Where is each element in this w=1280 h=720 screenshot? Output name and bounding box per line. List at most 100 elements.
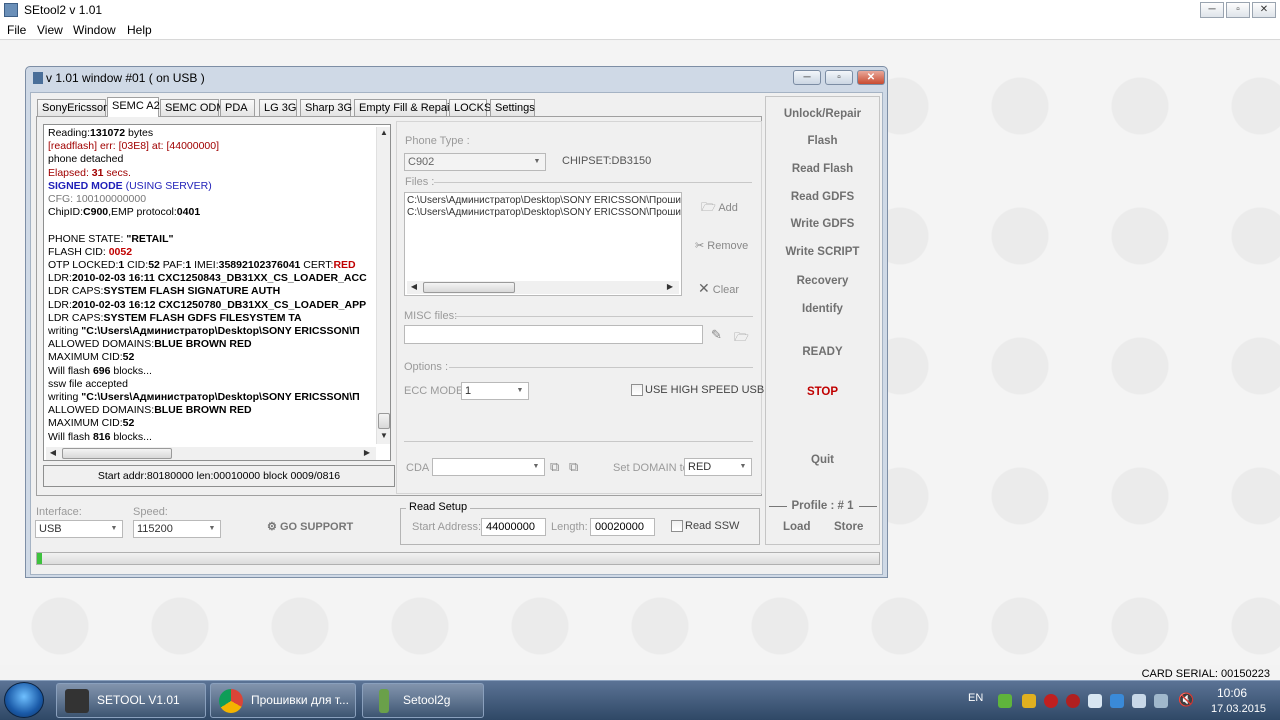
ecc-mode-select[interactable]: 1 ▼	[461, 382, 529, 400]
file-item[interactable]: C:\Users\Администратор\Desktop\SONY ERIC…	[407, 207, 681, 219]
cda-add-icon[interactable]: ⧉	[550, 459, 559, 475]
menu-help[interactable]: Help	[127, 23, 152, 37]
tab-locks[interactable]: LOCKS	[449, 99, 491, 116]
clock-date[interactable]: 17.03.2015	[1211, 703, 1266, 715]
menu-window[interactable]: Window	[73, 23, 116, 37]
scroll-left-icon[interactable]: ◀	[48, 447, 58, 459]
log-segment: CERT:	[300, 259, 334, 272]
taskbar-item-chrome[interactable]: Прошивки для т...	[210, 683, 356, 718]
tab-semc-a2[interactable]: SEMC A2	[107, 97, 160, 117]
tray-record-icon[interactable]	[1044, 694, 1058, 708]
write-gdfs-button[interactable]: Write GDFS	[765, 218, 880, 230]
interface-select[interactable]: USB ▼	[35, 520, 123, 538]
scroll-left-icon[interactable]: ◀	[409, 281, 419, 293]
start-button[interactable]	[4, 682, 44, 718]
tray-flag-icon[interactable]	[1154, 694, 1168, 708]
tab-empty-fill-repair[interactable]: Empty Fill & Repair	[354, 99, 453, 116]
tray-display-icon[interactable]	[1132, 694, 1146, 708]
tray-network-icon[interactable]	[1088, 694, 1102, 708]
log-segment: PHONE STATE:	[48, 232, 127, 245]
load-profile-button[interactable]: Load	[783, 521, 810, 533]
log-segment: blocks...	[110, 364, 152, 377]
quit-button[interactable]: Quit	[765, 454, 880, 466]
speed-select[interactable]: 115200 ▼	[133, 520, 221, 538]
menu-bar	[0, 20, 1280, 40]
log-segment: SIGNED MODE	[48, 179, 123, 192]
tray-check-icon[interactable]	[998, 694, 1012, 708]
recovery-button[interactable]: Recovery	[765, 275, 880, 287]
scroll-right-icon[interactable]: ▶	[665, 281, 675, 293]
scroll-up-icon[interactable]: ▲	[378, 127, 390, 139]
phone-type-select[interactable]: C902 ▼	[404, 153, 546, 171]
tab-sharp-3g[interactable]: Sharp 3G	[300, 99, 352, 116]
pencil-icon[interactable]: ✎	[711, 327, 722, 343]
file-item[interactable]: C:\Users\Администратор\Desktop\SONY ERIC…	[407, 195, 681, 207]
cda-save-icon[interactable]: ⧉	[569, 459, 578, 475]
read-ssw-checkbox[interactable]	[671, 520, 683, 532]
read-gdfs-button[interactable]: Read GDFS	[765, 191, 880, 203]
log-horizontal-scrollbar[interactable]: ◀ ▶	[46, 447, 376, 460]
folder-open-icon[interactable]: 🗁	[734, 328, 749, 349]
tray-bluetooth-icon[interactable]	[1110, 694, 1124, 708]
maximize-icon[interactable]: ▫	[1226, 2, 1250, 18]
set-domain-select[interactable]: RED ▼	[684, 458, 752, 476]
tray-antivirus-icon[interactable]	[1066, 694, 1080, 708]
stop-button[interactable]: STOP	[765, 386, 880, 398]
chevron-down-icon: ▼	[516, 387, 524, 394]
length-input[interactable]: 00020000	[590, 518, 655, 536]
log-vertical-scrollbar[interactable]: ▲ ▼	[376, 127, 390, 444]
flash-button[interactable]: Flash	[765, 135, 880, 147]
log-segment: CFG: 100100000000	[48, 193, 147, 206]
tray-shield-icon[interactable]	[1022, 694, 1036, 708]
remove-file-button[interactable]: ✂ Remove	[695, 239, 748, 252]
h-scroll-thumb[interactable]	[62, 448, 172, 459]
volume-muted-icon[interactable]: 🔇	[1178, 692, 1194, 708]
misc-files-label: MISC files:	[404, 310, 458, 322]
read-flash-button[interactable]: Read Flash	[765, 163, 880, 175]
cda-select[interactable]: ▼	[432, 458, 545, 476]
tab-lg-3g[interactable]: LG 3G	[259, 99, 297, 116]
cda-label: CDA	[406, 462, 430, 474]
log-segment: bytes	[125, 127, 154, 139]
scroll-right-icon[interactable]: ▶	[362, 447, 372, 459]
log-segment: BLUE BROWN RED	[154, 338, 252, 351]
minimize-icon[interactable]: ─	[1200, 2, 1224, 18]
clear-files-button[interactable]: ✕ Clear	[698, 280, 739, 297]
divider	[455, 316, 753, 317]
divider	[449, 367, 753, 368]
window-minimize-icon[interactable]: ─	[793, 70, 821, 85]
log-segment: ChipID:	[48, 206, 84, 219]
start-address-input[interactable]: 44000000	[481, 518, 546, 536]
scroll-down-icon[interactable]: ▼	[378, 430, 390, 442]
misc-files-input[interactable]	[404, 325, 703, 344]
language-indicator[interactable]: EN	[968, 692, 983, 704]
scroll-thumb[interactable]	[378, 413, 390, 429]
taskbar-item-setool2g[interactable]: Setool2g	[362, 683, 484, 718]
h-scroll-thumb[interactable]	[423, 282, 515, 293]
log-segment: C900	[83, 206, 109, 219]
phone-type-label: Phone Type :	[405, 135, 470, 147]
unlock-repair-button[interactable]: Unlock/Repair	[765, 108, 880, 120]
menu-file[interactable]: File	[7, 23, 26, 37]
taskbar-item-setool[interactable]: SETOOL V1.01	[56, 683, 206, 718]
identify-button[interactable]: Identify	[765, 303, 880, 315]
store-profile-button[interactable]: Store	[834, 521, 863, 533]
window-restore-icon[interactable]: ▫	[825, 70, 853, 85]
high-speed-usb-checkbox[interactable]	[631, 384, 643, 396]
add-file-button[interactable]: 🗁 Add	[701, 198, 738, 219]
write-script-button[interactable]: Write SCRIPT	[765, 246, 880, 258]
files-horizontal-scrollbar[interactable]: ◀ ▶	[407, 281, 679, 294]
app-icon	[4, 3, 18, 17]
tab-sonyericsson[interactable]: SonyEricsson	[37, 99, 109, 116]
tab-pda[interactable]: PDA	[220, 99, 255, 116]
window-close-icon[interactable]: ✕	[857, 70, 885, 85]
files-list[interactable]: C:\Users\Администратор\Desktop\SONY ERIC…	[404, 192, 682, 296]
go-support-button[interactable]: ⚙ GO SUPPORT	[267, 520, 353, 533]
menu-view[interactable]: View	[37, 23, 63, 37]
clock-time[interactable]: 10:06	[1217, 686, 1247, 700]
tab-semc-odm[interactable]: SEMC ODM	[160, 99, 226, 116]
close-icon[interactable]: ✕	[1252, 2, 1276, 18]
tab-settings[interactable]: Settings	[490, 99, 535, 116]
log-segment: ,EMP protocol:	[108, 206, 177, 219]
log-line: Will flash 816 blocks...	[48, 431, 378, 443]
